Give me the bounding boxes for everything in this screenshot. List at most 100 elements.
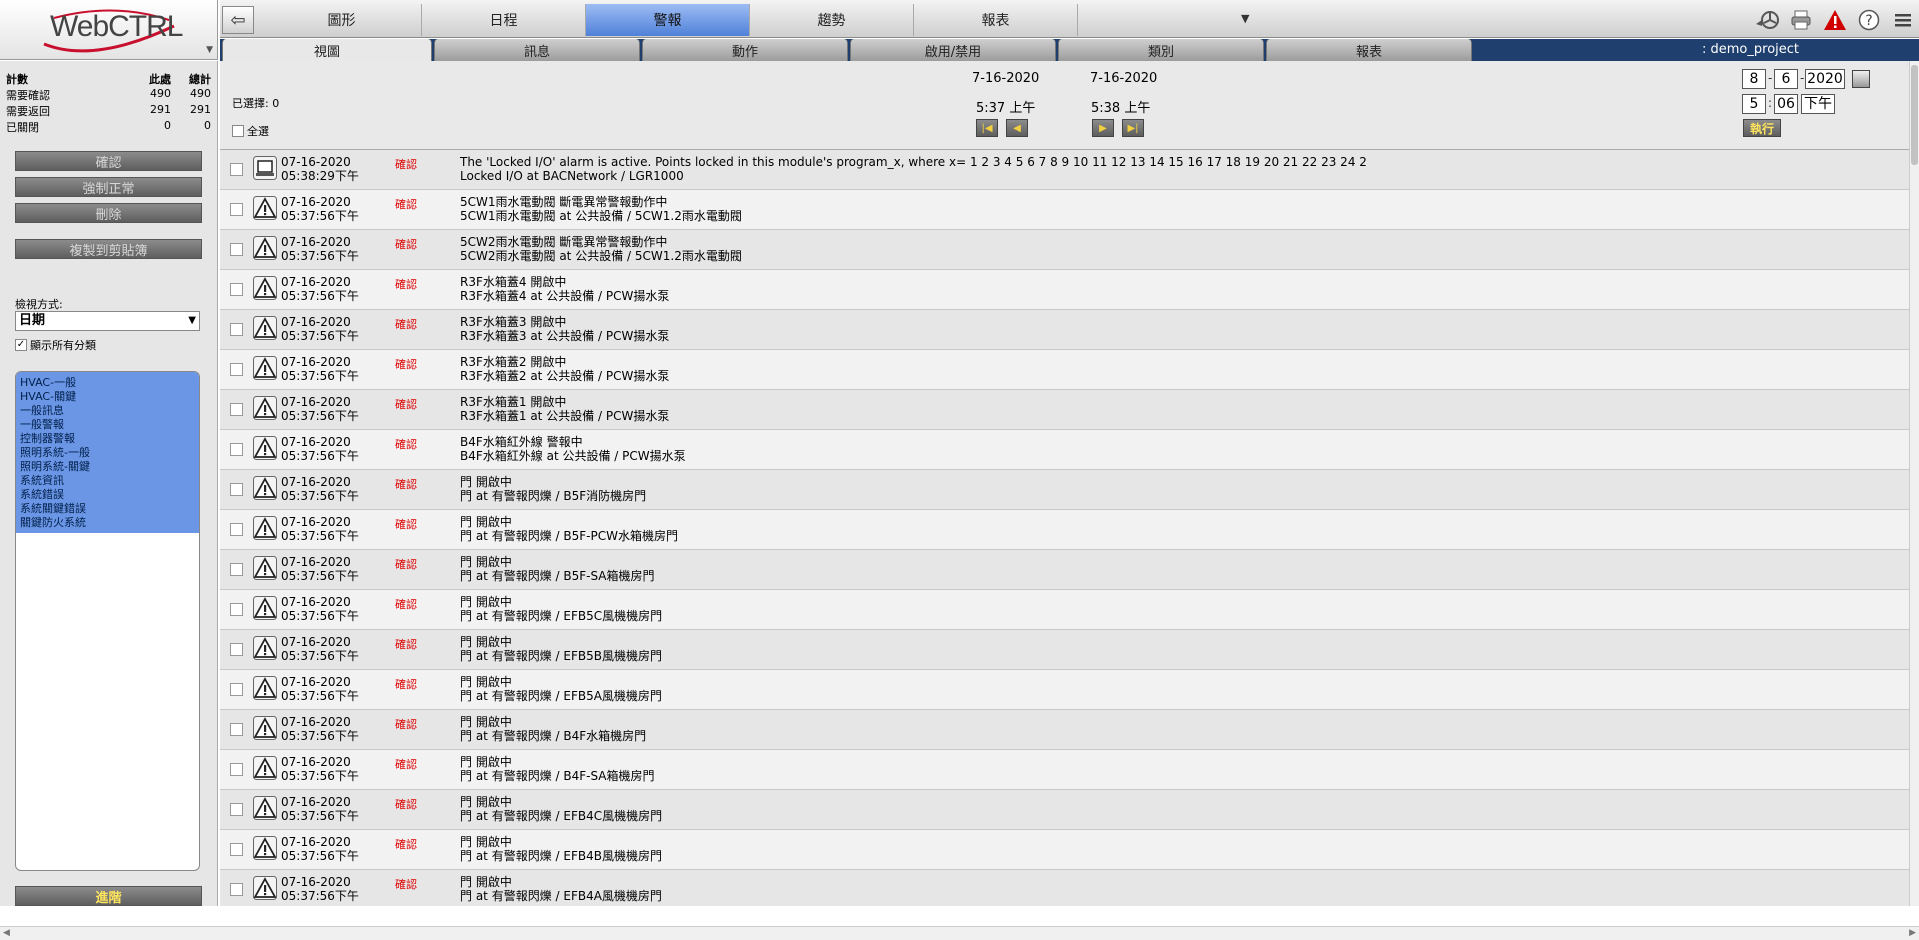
acknowledge-link[interactable]: 確認 xyxy=(395,876,417,892)
day-input[interactable]: 6 xyxy=(1774,69,1798,89)
webctrl-logo[interactable]: WebCTRL ▼ xyxy=(0,0,218,60)
category-item[interactable]: 系統關鍵錯誤 xyxy=(20,502,195,516)
acknowledge-link[interactable]: 確認 xyxy=(395,236,417,252)
last-page-icon[interactable]: ▶| xyxy=(1122,119,1144,137)
vertical-scrollbar[interactable] xyxy=(1909,61,1919,906)
alarm-row-checkbox[interactable] xyxy=(230,203,243,216)
advanced-button[interactable]: 進階 xyxy=(15,886,202,906)
category-item[interactable]: 照明系統-一般 xyxy=(20,446,195,460)
alarm-row[interactable]: 07-16-2020 05:37:56下午 確認 R3F水箱蓋4 開啟中 R3F水箱蓋4… xyxy=(220,270,1910,310)
category-item[interactable]: 照明系統-關鍵 xyxy=(20,460,195,474)
acknowledge-link[interactable]: 確認 xyxy=(395,476,417,492)
scrollbar-thumb[interactable] xyxy=(1911,65,1918,165)
scroll-right-icon[interactable]: ▶ xyxy=(1909,928,1916,938)
acknowledge-link[interactable]: 確認 xyxy=(395,796,417,812)
alarm-row[interactable]: 07-16-2020 05:37:56下午 確認 5CW2雨水電動閥 斷電異常警報動作… xyxy=(220,230,1910,270)
alarm-row[interactable]: 07-16-2020 05:37:56下午 確認 門 開啟中門 at 有警報閃爍 / … xyxy=(220,550,1910,590)
category-list[interactable]: HVAC-一般 HVAC-關鍵 一般訊息 一般警報 控制器警報 照明系統-一般 照明系統-關… xyxy=(15,371,200,871)
acknowledge-link[interactable]: 確認 xyxy=(395,356,417,372)
alarm-row[interactable]: 07-16-2020 05:37:56下午 確認 門 開啟中門 at 有警報閃爍 / … xyxy=(220,750,1910,790)
category-item[interactable]: 關鍵防火系統 xyxy=(20,516,195,530)
select-all-checkbox[interactable] xyxy=(232,125,244,137)
category-item[interactable]: 系統錯誤 xyxy=(20,488,195,502)
alarm-row-checkbox[interactable] xyxy=(230,523,243,536)
alarm-row[interactable]: 07-16-2020 05:37:56下午 確認 門 開啟中門 at 有警報閃爍 / … xyxy=(220,710,1910,750)
acknowledge-link[interactable]: 確認 xyxy=(395,516,417,532)
logo-dropdown-icon[interactable]: ▼ xyxy=(206,45,213,55)
go-button[interactable]: 執行 xyxy=(1743,119,1781,137)
acknowledge-link[interactable]: 確認 xyxy=(395,556,417,572)
alarm-row-checkbox[interactable] xyxy=(230,883,243,896)
alarm-row[interactable]: 07-16-2020 05:37:56下午 確認 R3F水箱蓋3 開啟中 R3F水箱蓋3… xyxy=(220,310,1910,350)
acknowledge-button[interactable]: 確認 xyxy=(15,151,202,171)
acknowledge-link[interactable]: 確認 xyxy=(395,436,417,452)
acknowledge-link[interactable]: 確認 xyxy=(395,756,417,772)
back-arrow-icon[interactable]: ⇦ xyxy=(222,6,254,34)
calendar-icon[interactable] xyxy=(1852,70,1870,88)
alarm-row-checkbox[interactable] xyxy=(230,283,243,296)
alarm-row[interactable]: 07-16-2020 05:37:56下午 確認 門 開啟中門 at 有警報閃爍 / … xyxy=(220,630,1910,670)
nav-tab-schedules[interactable]: 日程 xyxy=(422,4,586,36)
scroll-left-icon[interactable]: ◀ xyxy=(3,928,10,938)
alarm-row-checkbox[interactable] xyxy=(230,843,243,856)
alarm-row[interactable]: 07-16-2020 05:37:56下午 確認 5CW1雨水電動閥 斷電異常警報動作… xyxy=(220,190,1910,230)
acknowledge-link[interactable]: 確認 xyxy=(395,316,417,332)
alarm-row-checkbox[interactable] xyxy=(230,563,243,576)
alarm-row[interactable]: 07-16-2020 05:37:56下午 確認 門 開啟中門 at 有警報閃爍 / … xyxy=(220,870,1910,906)
nav-tab-reports[interactable]: 報表 xyxy=(914,4,1078,36)
alarm-row[interactable]: 07-16-2020 05:38:29下午 確認 The 'Locked I/O' a… xyxy=(220,150,1910,190)
copy-to-clipboard-button[interactable]: 複製到剪貼簿 xyxy=(15,239,202,259)
alarm-row-checkbox[interactable] xyxy=(230,363,243,376)
acknowledge-link[interactable]: 確認 xyxy=(395,676,417,692)
acknowledge-link[interactable]: 確認 xyxy=(395,156,417,172)
category-item[interactable]: HVAC-關鍵 xyxy=(20,390,195,404)
alarm-row-checkbox[interactable] xyxy=(230,483,243,496)
acknowledge-link[interactable]: 確認 xyxy=(395,716,417,732)
alarm-row-checkbox[interactable] xyxy=(230,243,243,256)
nav-tab-graphics[interactable]: 圖形 xyxy=(262,4,422,36)
fan-icon[interactable] xyxy=(1753,6,1781,34)
subtab-actions[interactable]: 動作 xyxy=(642,39,848,61)
minute-input[interactable]: 06 xyxy=(1774,94,1798,114)
delete-button[interactable]: 刪除 xyxy=(15,203,202,223)
alarm-row-checkbox[interactable] xyxy=(230,443,243,456)
category-item[interactable]: 一般警報 xyxy=(20,418,195,432)
view-by-select[interactable]: 日期 ▼ xyxy=(15,311,200,331)
alarm-row[interactable]: 07-16-2020 05:37:56下午 確認 門 開啟中門 at 有警報閃爍 / … xyxy=(220,510,1910,550)
hour-input[interactable]: 5 xyxy=(1742,94,1766,114)
menu-icon[interactable] xyxy=(1889,6,1917,34)
category-item[interactable]: 控制器警報 xyxy=(20,432,195,446)
show-all-checkbox[interactable]: ✓ xyxy=(15,339,27,351)
alarm-row-checkbox[interactable] xyxy=(230,763,243,776)
category-item[interactable]: HVAC-一般 xyxy=(20,376,195,390)
acknowledge-link[interactable]: 確認 xyxy=(395,596,417,612)
alarm-row-checkbox[interactable] xyxy=(230,803,243,816)
acknowledge-link[interactable]: 確認 xyxy=(395,276,417,292)
subtab-view[interactable]: 視圖 xyxy=(222,39,432,61)
alarm-row-checkbox[interactable] xyxy=(230,723,243,736)
alarm-row-checkbox[interactable] xyxy=(230,683,243,696)
subtab-messages[interactable]: 訊息 xyxy=(434,39,640,61)
printer-icon[interactable] xyxy=(1787,6,1815,34)
acknowledge-link[interactable]: 確認 xyxy=(395,636,417,652)
category-item[interactable]: 一般訊息 xyxy=(20,404,195,418)
acknowledge-link[interactable]: 確認 xyxy=(395,196,417,212)
alarm-row-checkbox[interactable] xyxy=(230,643,243,656)
force-normal-button[interactable]: 強制正常 xyxy=(15,177,202,197)
alarm-row[interactable]: 07-16-2020 05:37:56下午 確認 門 開啟中門 at 有警報閃爍 / … xyxy=(220,590,1910,630)
year-input[interactable]: 2020 xyxy=(1805,69,1845,89)
subtab-enable-disable[interactable]: 啟用/禁用 xyxy=(850,39,1056,61)
horizontal-scrollbar[interactable]: ◀ ▶ xyxy=(0,926,1919,940)
first-page-icon[interactable]: |◀ xyxy=(976,119,998,137)
alarm-row[interactable]: 07-16-2020 05:37:56下午 確認 門 開啟中門 at 有警報閃爍 / … xyxy=(220,670,1910,710)
show-all-categories[interactable]: ✓ 顯示所有分類 xyxy=(15,337,96,353)
nav-tab-trends[interactable]: 趨勢 xyxy=(750,4,914,36)
ampm-input[interactable]: 下午 xyxy=(1801,94,1835,114)
nav-tab-alarms[interactable]: 警報 xyxy=(586,4,750,36)
subtab-categories[interactable]: 類別 xyxy=(1058,39,1264,61)
alarm-row[interactable]: 07-16-2020 05:37:56下午 確認 門 開啟中門 at 有警報閃爍 / … xyxy=(220,830,1910,870)
alarm-warning-icon[interactable] xyxy=(1821,6,1849,34)
nav-more-dropdown-icon[interactable]: ▼ xyxy=(1241,12,1259,30)
month-input[interactable]: 8 xyxy=(1742,69,1766,89)
alarm-row-checkbox[interactable] xyxy=(230,323,243,336)
